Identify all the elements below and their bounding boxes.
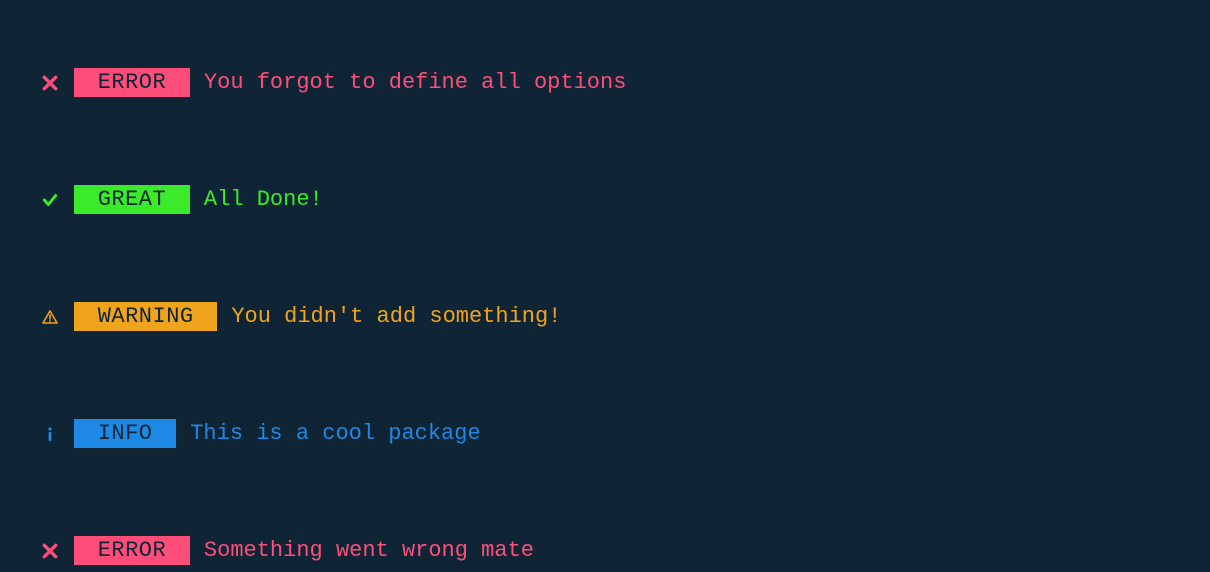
log-line-error: ERROR Something went wrong mate [40, 536, 1170, 565]
log-message: All Done! [204, 187, 323, 212]
log-line-error: ERROR You forgot to define all options [40, 68, 1170, 97]
log-line-success: GREAT All Done! [40, 185, 1170, 214]
log-line-warning: WARNING You didn't add something! [40, 302, 1170, 331]
log-badge: INFO [74, 419, 176, 448]
cross-icon [40, 75, 60, 91]
info-icon [40, 426, 60, 442]
cross-icon [40, 543, 60, 559]
log-badge: WARNING [74, 302, 217, 331]
log-message: You forgot to define all options [204, 70, 626, 95]
check-icon [40, 192, 60, 208]
warning-icon [40, 309, 60, 325]
log-badge: GREAT [74, 185, 190, 214]
log-message: You didn't add something! [231, 304, 561, 329]
log-badge: ERROR [74, 536, 190, 565]
log-line-info: INFO This is a cool package [40, 419, 1170, 448]
log-message: Something went wrong mate [204, 538, 534, 563]
log-badge: ERROR [74, 68, 190, 97]
log-message: This is a cool package [190, 421, 480, 446]
